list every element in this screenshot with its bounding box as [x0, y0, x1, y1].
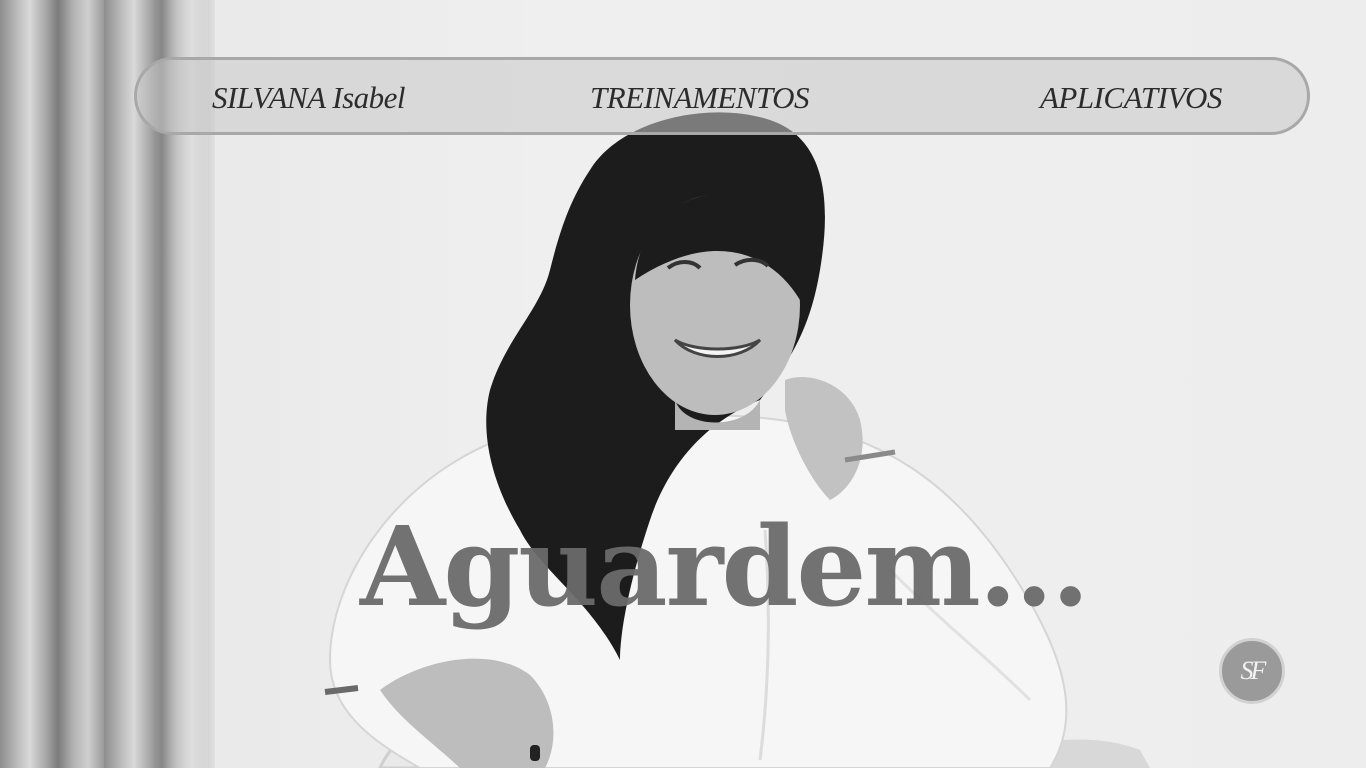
nav-link-treinamentos[interactable]: TREINAMENTOS: [590, 80, 810, 116]
top-navigation-bar: SILVANA Isabel TREINAMENTOS APLICATIVOS: [134, 57, 1310, 135]
nav-link-aplicativos[interactable]: APLICATIVOS: [1040, 80, 1222, 116]
badge-initials: SF: [1240, 656, 1267, 685]
hero-section: SILVANA Isabel TREINAMENTOS APLICATIVOS …: [0, 0, 1366, 768]
hero-headline: Aguardem...: [360, 501, 1090, 631]
sf-logo-badge[interactable]: SF: [1219, 638, 1285, 704]
portrait-photo: [324, 112, 1150, 768]
nav-brand-link[interactable]: SILVANA Isabel: [212, 80, 406, 116]
